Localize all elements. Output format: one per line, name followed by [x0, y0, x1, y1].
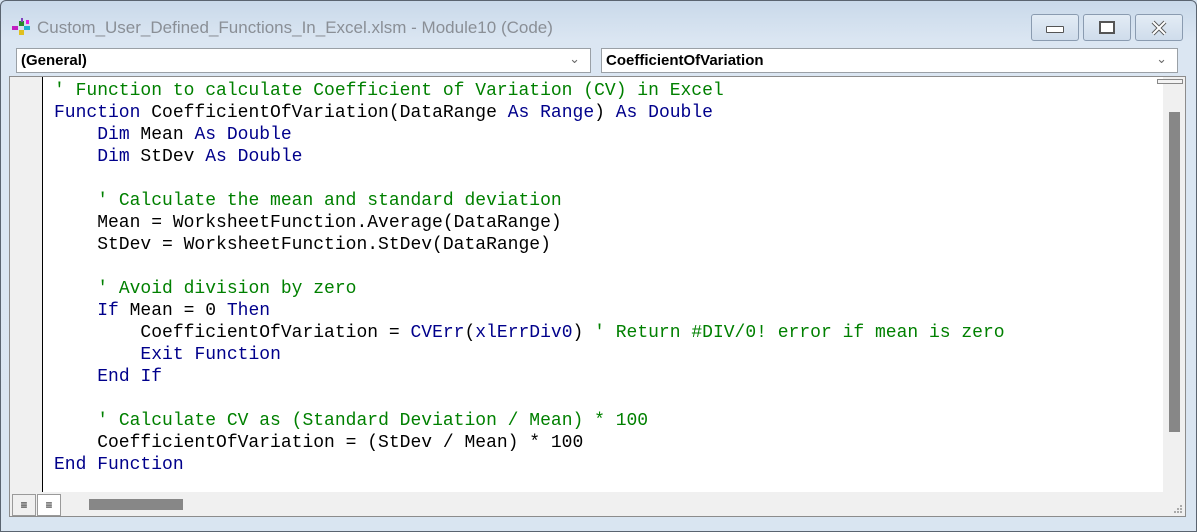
close-button[interactable]	[1135, 14, 1183, 41]
code-line[interactable]: CoefficientOfVariation = (StDev / Mean) …	[54, 432, 1163, 454]
vbe-app-icon	[12, 18, 30, 35]
minimize-icon	[1046, 26, 1064, 33]
code-line[interactable]: Dim StDev As Double	[54, 146, 1163, 168]
procedure-view-button[interactable]: ≡	[12, 494, 36, 516]
code-text[interactable]: ' Function to calculate Coefficient of V…	[43, 77, 1163, 476]
code-line[interactable]: CoefficientOfVariation = CVErr(xlErrDiv0…	[54, 322, 1163, 344]
resize-grip-icon[interactable]	[1173, 504, 1183, 514]
vertical-scroll-thumb[interactable]	[1169, 112, 1180, 432]
code-line[interactable]	[54, 256, 1163, 278]
code-line[interactable]: If Mean = 0 Then	[54, 300, 1163, 322]
code-line[interactable]	[54, 168, 1163, 190]
horizontal-scroll-thumb[interactable]	[89, 499, 183, 510]
vbe-code-window: Custom_User_Defined_Functions_In_Excel.x…	[0, 0, 1197, 532]
horizontal-scrollbar[interactable]	[65, 492, 1160, 516]
maximize-icon	[1099, 21, 1115, 34]
margin-indicator-bar[interactable]	[10, 77, 43, 492]
full-module-view-icon: ≡	[45, 498, 53, 512]
code-line[interactable]: ' Calculate the mean and standard deviat…	[54, 190, 1163, 212]
code-line[interactable]: ' Calculate CV as (Standard Deviation / …	[54, 410, 1163, 432]
bottom-bar: ≡ ≡	[10, 492, 1185, 516]
object-combo-value: (General)	[21, 52, 87, 69]
procedure-combo-value: CoefficientOfVariation	[606, 52, 764, 69]
code-editor: ' Function to calculate Coefficient of V…	[9, 76, 1186, 517]
code-line[interactable]: End Function	[54, 454, 1163, 476]
code-line[interactable]: Exit Function	[54, 344, 1163, 366]
full-module-view-button[interactable]: ≡	[37, 494, 61, 516]
code-pane[interactable]: ' Function to calculate Coefficient of V…	[43, 77, 1163, 492]
minimize-button[interactable]	[1031, 14, 1079, 41]
code-line[interactable]: End If	[54, 366, 1163, 388]
close-icon	[1151, 20, 1167, 35]
code-line[interactable]	[54, 388, 1163, 410]
object-combo[interactable]: (General) ⌄	[16, 48, 591, 73]
code-line[interactable]: ' Function to calculate Coefficient of V…	[54, 80, 1163, 102]
split-bar[interactable]	[1157, 79, 1183, 84]
code-line[interactable]: StDev = WorksheetFunction.StDev(DataRang…	[54, 234, 1163, 256]
title-bar[interactable]: Custom_User_Defined_Functions_In_Excel.x…	[1, 1, 1196, 45]
chevron-down-icon: ⌄	[1156, 51, 1167, 66]
procedure-combo[interactable]: CoefficientOfVariation ⌄	[601, 48, 1178, 73]
procedure-view-icon: ≡	[20, 498, 28, 512]
chevron-down-icon: ⌄	[569, 51, 580, 66]
code-line[interactable]: Dim Mean As Double	[54, 124, 1163, 146]
maximize-button[interactable]	[1083, 14, 1131, 41]
code-line[interactable]: Function CoefficientOfVariation(DataRang…	[54, 102, 1163, 124]
code-line[interactable]: ' Avoid division by zero	[54, 278, 1163, 300]
window-title: Custom_User_Defined_Functions_In_Excel.x…	[37, 18, 553, 37]
code-line[interactable]: Mean = WorksheetFunction.Average(DataRan…	[54, 212, 1163, 234]
vertical-scrollbar[interactable]	[1157, 77, 1185, 492]
